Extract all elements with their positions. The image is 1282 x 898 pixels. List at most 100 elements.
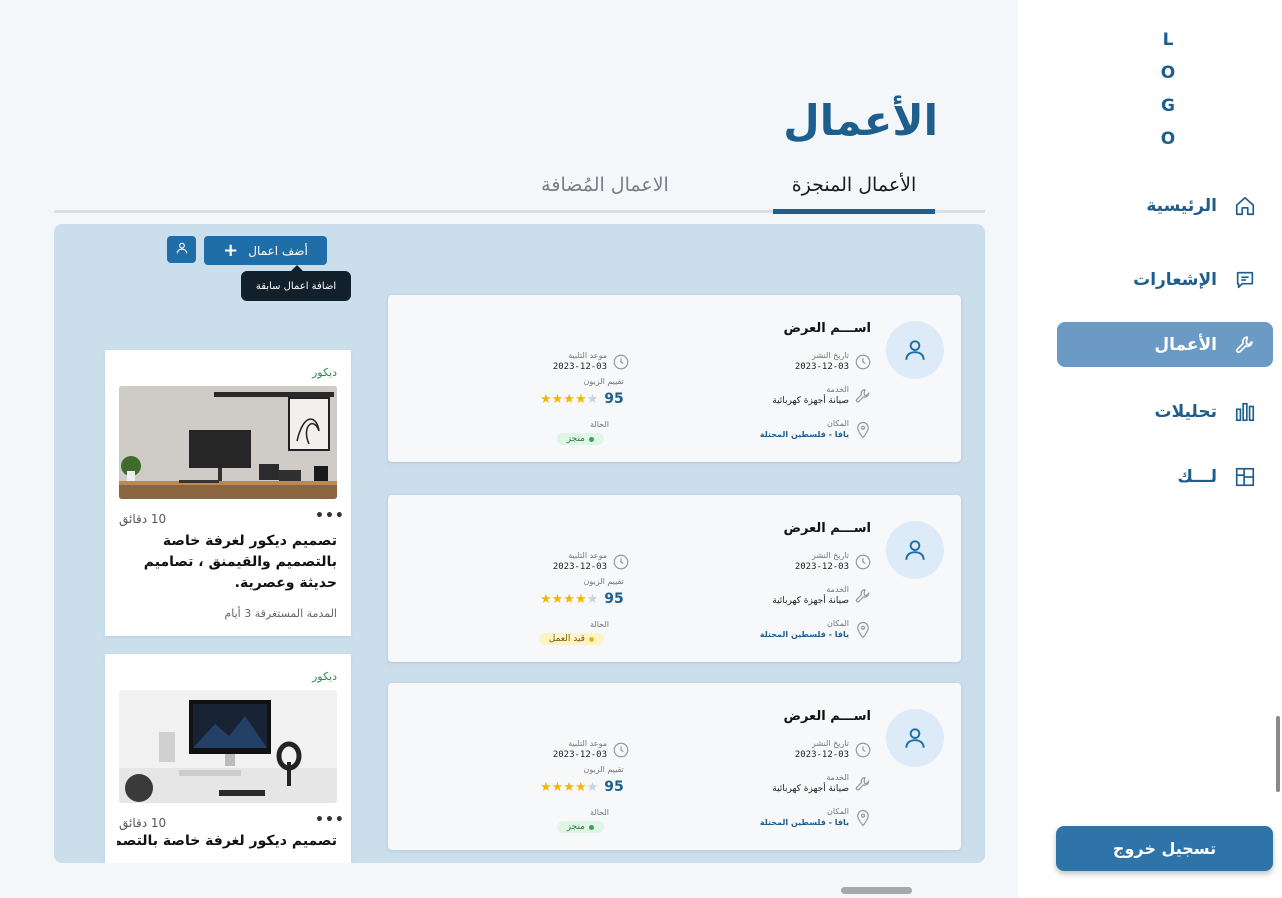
customer-rating: تقييم الزبون 95 ★★★★★ bbox=[540, 765, 624, 795]
logo[interactable]: L O G O bbox=[1156, 24, 1180, 156]
decor-card[interactable]: ديكور ••• 10 دقائق تصميم ديكور لغرفة خاص… bbox=[105, 654, 351, 863]
status-text: منجز bbox=[566, 434, 585, 444]
status-label: الحالة bbox=[590, 808, 609, 817]
service-value: صيانة أجهزة كهربائية bbox=[772, 784, 849, 794]
card-description: تصميم ديكور لغرفة خاصة بالتصميم... bbox=[117, 833, 337, 849]
publish-date-label: تاريخ النشر bbox=[811, 739, 849, 748]
sidebar-item-home[interactable]: الرئيسية bbox=[1057, 183, 1273, 228]
place-value: يافا - فلسطين المحتلة bbox=[759, 630, 849, 639]
publish-date-info: تاريخ النشر 2023-12-03 bbox=[795, 351, 873, 373]
more-options-icon[interactable]: ••• bbox=[315, 508, 345, 524]
rating-score: 95 bbox=[604, 779, 624, 795]
page-title: الأعمال bbox=[783, 96, 938, 145]
service-label: الخدمة bbox=[826, 385, 849, 394]
avatar bbox=[886, 321, 944, 379]
service-info: الخدمة صيانة أجهزة كهربائية bbox=[772, 585, 873, 607]
deadline-date: 2023-12-03 bbox=[552, 750, 607, 760]
card-category: ديكور bbox=[311, 366, 337, 379]
publish-date-label: تاريخ النشر bbox=[811, 551, 849, 560]
publish-date-label: تاريخ النشر bbox=[811, 351, 849, 360]
place-label: المكان bbox=[826, 419, 849, 428]
place-info: المكان يافا - فلسطين المحتلة bbox=[760, 619, 873, 641]
location-pin-icon bbox=[853, 420, 873, 440]
service-value: صيانة أجهزة كهربائية bbox=[772, 596, 849, 606]
sidebar-item-works[interactable]: الأعمال bbox=[1057, 322, 1273, 367]
avatar bbox=[886, 709, 944, 767]
sidebar-item-notifications[interactable]: الإشعارات bbox=[1057, 257, 1273, 302]
service-info: الخدمة صيانة أجهزة كهربائية bbox=[772, 385, 873, 407]
horizontal-scrollbar[interactable] bbox=[841, 887, 912, 894]
clock-icon bbox=[611, 552, 631, 572]
status-text: منجز bbox=[566, 822, 585, 832]
publish-date: 2023-12-03 bbox=[794, 562, 849, 572]
rating-label: تقييم الزبون bbox=[583, 577, 624, 586]
job-name: اســـم العرض bbox=[783, 521, 871, 536]
sidebar-item-label: الإشعارات bbox=[1133, 269, 1217, 290]
card-time: 10 دقائق bbox=[119, 512, 167, 526]
service-value: صيانة أجهزة كهربائية bbox=[772, 396, 849, 406]
status-badge: منجز bbox=[556, 821, 604, 833]
home-icon bbox=[1217, 195, 1273, 217]
deadline-label: موعد التلبية bbox=[568, 351, 607, 360]
card-category: ديكور bbox=[311, 670, 337, 683]
deadline-date: 2023-12-03 bbox=[552, 362, 607, 372]
sidebar-item-analytics[interactable]: تحليلات bbox=[1057, 389, 1273, 434]
rating-label: تقييم الزبون bbox=[583, 377, 624, 386]
place-value: يافا - فلسطين المحتلة bbox=[759, 430, 849, 439]
card-time: 10 دقائق bbox=[119, 816, 167, 830]
active-tab-indicator bbox=[773, 209, 935, 214]
works-panel: + أضف اعمال اضافة اعمال سابقة ديكور ••• … bbox=[54, 224, 985, 863]
rating-stars: ★★★★★ bbox=[540, 591, 599, 607]
job-card[interactable]: اســـم العرض تاريخ النشر 2023-12-03 الخدم… bbox=[388, 295, 961, 462]
status-badge: منجز bbox=[556, 433, 604, 445]
more-options-icon[interactable]: ••• bbox=[315, 812, 345, 828]
deadline-info: موعد التلبية 2023-12-03 bbox=[553, 351, 631, 373]
clock-icon bbox=[853, 552, 873, 572]
user-button[interactable] bbox=[167, 236, 196, 263]
status-label: الحالة bbox=[590, 620, 609, 629]
job-card[interactable]: اســـم العرض تاريخ النشر 2023-12-03 الخدم… bbox=[388, 683, 961, 850]
logo-letter: O bbox=[1160, 63, 1176, 83]
chart-bars-icon bbox=[1217, 401, 1273, 423]
avatar bbox=[886, 521, 944, 579]
place-label: المكان bbox=[826, 619, 849, 628]
logo-letter: O bbox=[1160, 129, 1176, 149]
publish-date: 2023-12-03 bbox=[794, 750, 849, 760]
rating-stars: ★★★★★ bbox=[540, 779, 599, 795]
sidebar-item-label: الرئيسية bbox=[1146, 195, 1217, 216]
decor-card[interactable]: ديكور ••• 10 دقائق تصميم ديكور لغرفة خاص… bbox=[105, 350, 351, 636]
publish-date-info: تاريخ النشر 2023-12-03 bbox=[795, 551, 873, 573]
user-icon bbox=[175, 240, 189, 259]
place-value: يافا - فلسطين المحتلة bbox=[759, 818, 849, 827]
location-pin-icon bbox=[853, 620, 873, 640]
place-info: المكان يافا - فلسطين المحتلة bbox=[760, 807, 873, 829]
clock-icon bbox=[611, 740, 631, 760]
sidebar-scrollbar[interactable] bbox=[1276, 716, 1280, 792]
tab-completed-works[interactable]: الأعمال المنجزة bbox=[773, 174, 935, 196]
deadline-label: موعد التلبية bbox=[568, 551, 607, 560]
add-works-button[interactable]: + أضف اعمال bbox=[204, 236, 327, 265]
job-card[interactable]: اســـم العرض تاريخ النشر 2023-12-03 الخدم… bbox=[388, 495, 961, 662]
status-dot bbox=[589, 824, 594, 830]
wrench-icon bbox=[1217, 334, 1273, 356]
status-text: قيد العمل bbox=[548, 634, 585, 644]
service-label: الخدمة bbox=[826, 773, 849, 782]
card-description: تصميم ديكور لغرفة خاصة بالتصميم والقيمنق… bbox=[143, 533, 337, 591]
tab-added-works[interactable]: الاعمال المُضافة bbox=[520, 174, 690, 196]
place-info: المكان يافا - فلسطين المحتلة bbox=[760, 419, 873, 441]
deadline-info: موعد التلبية 2023-12-03 bbox=[553, 551, 631, 573]
clock-icon bbox=[853, 352, 873, 372]
status-dot bbox=[589, 636, 594, 642]
service-label: الخدمة bbox=[826, 585, 849, 594]
publish-date: 2023-12-03 bbox=[794, 362, 849, 372]
job-name: اســـم العرض bbox=[783, 709, 871, 724]
clock-icon bbox=[611, 352, 631, 372]
sidebar-item-yours[interactable]: لـــك bbox=[1057, 454, 1273, 499]
deadline-info: موعد التلبية 2023-12-03 bbox=[553, 739, 631, 761]
wrench-icon bbox=[853, 386, 873, 406]
logout-button[interactable]: تسجيل خروج bbox=[1056, 826, 1273, 871]
add-works-tooltip: اضافة اعمال سابقة bbox=[241, 265, 351, 301]
clock-icon bbox=[853, 740, 873, 760]
rating-label: تقييم الزبون bbox=[583, 765, 624, 774]
card-duration: المدمة المستغرقة 3 أيام bbox=[224, 607, 337, 620]
